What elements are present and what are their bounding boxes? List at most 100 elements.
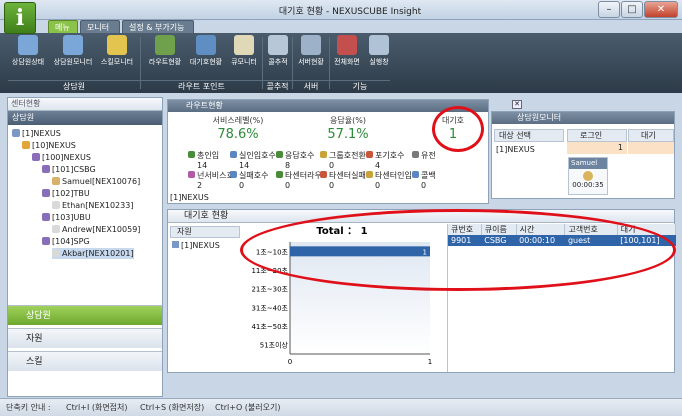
tree-node[interactable]: [10]NEXUS (22, 140, 76, 151)
tree-node[interactable]: [1]NEXUS (12, 128, 61, 139)
tree-node-icon (42, 213, 50, 221)
ribbon-button-label: 전체화면 (334, 58, 360, 66)
nav-agent[interactable]: 상담원 (8, 305, 162, 325)
stat-value: 0 (329, 181, 335, 190)
app-logo-icon[interactable]: i (4, 2, 36, 34)
route-stat: 타센터실패 0 (320, 170, 366, 190)
tab-menu[interactable]: 메뉴 (48, 20, 78, 33)
shortcut-collapse: Ctrl+I (화면접처) (66, 403, 128, 412)
x-tick-label: 0 (288, 358, 292, 366)
tree-node[interactable]: [100]NEXUS (32, 152, 91, 163)
stat-label: 실패호수 (239, 171, 269, 180)
login-header: 로그인 (567, 129, 627, 142)
ribbon-button-label: 상담원모니터 (53, 58, 93, 66)
tab-monitor[interactable]: 모니터 (80, 20, 120, 33)
run-window-icon (369, 35, 389, 55)
answer-rate-label: 응답율(%) (330, 116, 366, 125)
stat-label: 콜백 (421, 171, 436, 180)
tree-node[interactable]: Andrew[NEX10059] (52, 224, 140, 235)
call-trace-icon (268, 35, 288, 55)
ribbon-button-label: 라우트현황 (148, 58, 182, 66)
stat-value: 0 (421, 181, 427, 190)
ribbon-button-label: 서버현황 (298, 58, 324, 66)
tree-node-label: Andrew[NEX10059] (62, 225, 141, 234)
route-status-footer: [1]NEXUS (170, 193, 209, 202)
ribbon-button-6[interactable]: 콜추적 (265, 35, 291, 75)
resource-header: 자원 (170, 226, 240, 238)
ribbon-button-9[interactable]: 실행창 (364, 35, 394, 75)
ribbon-button-label: 큐모니터 (231, 58, 257, 66)
tree-node[interactable]: Samuel[NEX10076] (52, 176, 140, 187)
target-select-header: 대상 선택 (494, 129, 564, 142)
resource-item[interactable]: [1]NEXUS (172, 241, 220, 250)
ribbon-button-0[interactable]: 상담원상태 (8, 35, 48, 75)
tree-node[interactable]: [103]UBU (42, 212, 91, 223)
tab-settings[interactable]: 설정 & 부가기능 (122, 20, 194, 33)
agent-monitor-title: 상담원모니터 (492, 112, 674, 124)
ribbon-button-5[interactable]: 큐모니터 (228, 35, 260, 75)
skill-monitor-icon (107, 35, 127, 55)
route-stat: 그룹호전환 0 (320, 150, 366, 170)
stat-label: 넌서비스호수 (197, 171, 234, 180)
minimize-button[interactable]: – (598, 1, 620, 18)
stat-icon (412, 171, 419, 178)
tree-node-label: Ethan[NEX10233] (62, 201, 134, 210)
maximize-button[interactable]: □ (621, 1, 643, 18)
tree-node-label: Akbar[NEX10201] (62, 249, 134, 258)
ribbon-button-3[interactable]: 라우트현황 (146, 35, 184, 75)
agent-person-icon (583, 171, 593, 181)
stat-label: 그룹호전환 (329, 151, 366, 160)
tree-node[interactable]: Akbar[NEX10201] (52, 248, 134, 259)
highlight-circle-queue-count (432, 106, 484, 152)
stat-icon (366, 171, 373, 178)
tree-node[interactable]: Ethan[NEX10233] (52, 200, 133, 211)
category-label: 31초~40초 (251, 304, 288, 312)
tree-node-icon (42, 165, 50, 173)
ribbon-button-label: 상담원상태 (11, 58, 45, 66)
route-status-title: 라우트현황 (168, 100, 488, 112)
route-stat: 실패호수 0 (230, 170, 276, 190)
highlight-ellipse-queue-detail (240, 209, 676, 291)
target-select-item[interactable]: [1]NEXUS (496, 145, 535, 154)
tree-node-icon (12, 129, 20, 137)
nav-skill[interactable]: 스킬 (8, 351, 162, 371)
ribbon-button-2[interactable]: 스킬모니터 (98, 35, 136, 75)
route-status-icon (155, 35, 175, 55)
center-status-header: 센터현황 (8, 98, 162, 111)
nav-resource[interactable]: 자원 (8, 328, 162, 348)
tree-node-icon (22, 141, 30, 149)
stat-icon (230, 171, 237, 178)
stat-icon (320, 171, 327, 178)
agent-monitor-panel: 상담원모니터 대상 선택 [1]NEXUS 로그인 1 대기 Samuel 00… (491, 111, 675, 199)
tree-node[interactable]: [104]SPG (42, 236, 90, 247)
tree-node-label: [100]NEXUS (42, 153, 91, 162)
ribbon-button-1[interactable]: 상담원모니터 (50, 35, 96, 75)
tree-node[interactable]: [101]CSBG (42, 164, 96, 175)
tree-node-label: [102]TBU (52, 189, 90, 198)
tree-node-label: Samuel[NEX10076] (62, 177, 141, 186)
category-label: 41초~50초 (251, 323, 288, 331)
stat-icon (276, 151, 283, 158)
stat-value: 0 (329, 161, 335, 170)
stat-value: 2 (197, 181, 203, 190)
tree-node-icon (52, 177, 60, 185)
agent-card[interactable]: Samuel 00:00:35 (568, 157, 608, 195)
ribbon-button-8[interactable]: 전체화면 (332, 35, 362, 75)
answer-rate-value: 57.1% (327, 127, 369, 142)
shortcut-open: Ctrl+O (불러오기) (215, 403, 281, 412)
close-button[interactable]: ✕ (644, 1, 678, 18)
tree-node[interactable]: [102]TBU (42, 188, 90, 199)
ribbon-button-4[interactable]: 대기호현황 (186, 35, 226, 75)
org-tree: [1]NEXUS [10]NEXUS [100]NEXUS [101]CSBG Samu… (8, 125, 162, 315)
tree-node-icon (42, 237, 50, 245)
route-stat: 응답호수 8 (276, 150, 322, 170)
panel-close-icon[interactable]: ✕ (512, 100, 522, 109)
stat-value: 14 (197, 161, 208, 170)
stat-icon (230, 151, 237, 158)
ribbon-button-7[interactable]: 서버현황 (295, 35, 327, 75)
group-function: 기능 (330, 80, 390, 92)
ribbon-button-label: 콜추적 (268, 58, 288, 66)
group-agent: 상담원 (8, 80, 140, 92)
category-label: 51초이상 (260, 341, 289, 350)
stat-icon (188, 171, 195, 178)
